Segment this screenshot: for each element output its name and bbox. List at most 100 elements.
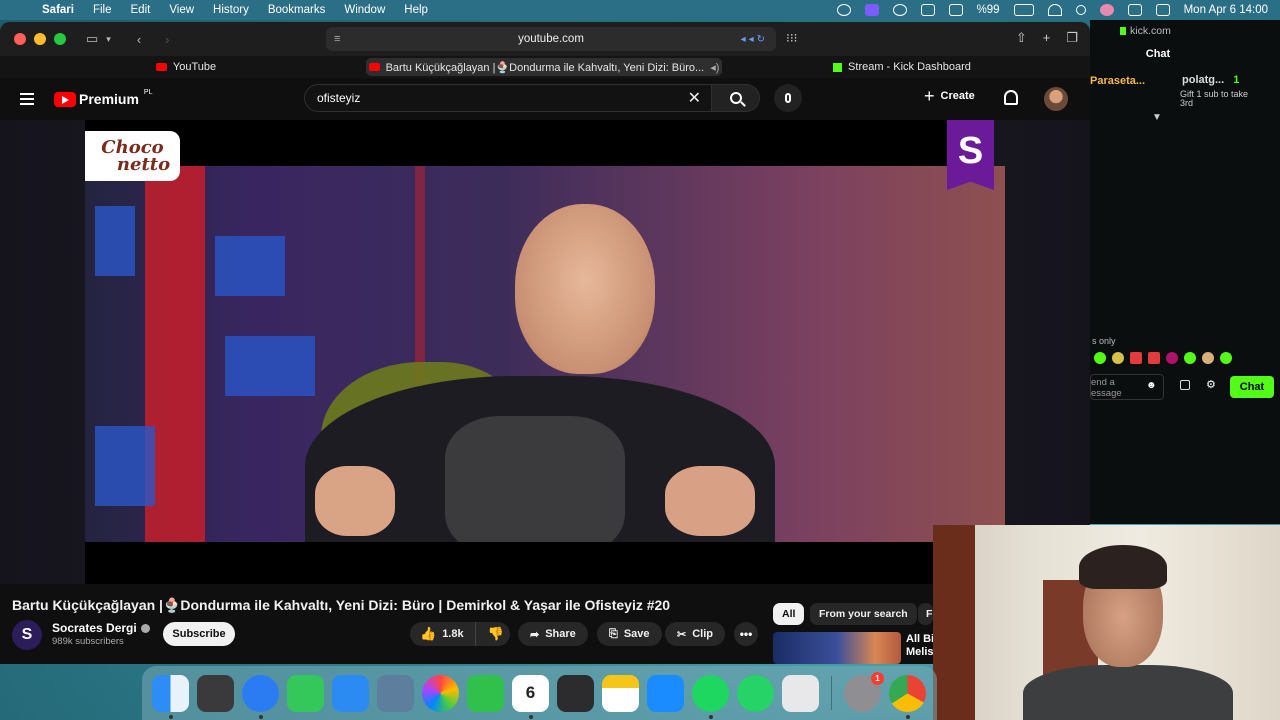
menu-file[interactable]: File xyxy=(93,4,112,16)
calendar-icon[interactable]: 6 xyxy=(512,674,549,719)
wifi-icon[interactable] xyxy=(1047,4,1062,16)
create-button[interactable]: + Create xyxy=(924,87,975,105)
sponsor-logo-line2: netto xyxy=(116,154,171,175)
emote-icon[interactable] xyxy=(1220,352,1232,364)
menu-app-name[interactable]: Safari xyxy=(42,4,74,16)
speaker-icon[interactable]: ◂) xyxy=(710,61,719,74)
whatsapp-icon[interactable] xyxy=(737,674,774,712)
finder-icon[interactable] xyxy=(152,674,189,719)
notes-icon[interactable] xyxy=(602,674,639,712)
menu-window[interactable]: Window xyxy=(344,4,385,16)
search-icon[interactable] xyxy=(1075,5,1086,15)
chip-all[interactable]: All xyxy=(773,603,805,625)
emote-icon[interactable] xyxy=(1130,352,1142,364)
tab-kick[interactable]: Stream - Kick Dashboard xyxy=(722,58,1082,76)
screen-record-icon[interactable] xyxy=(864,4,879,16)
back-button[interactable]: ‹ xyxy=(137,32,141,47)
save-button[interactable]: ⎘ Save xyxy=(597,622,662,646)
search-button[interactable] xyxy=(712,84,760,112)
chat-message-user[interactable]: polatg... 1 xyxy=(1182,74,1239,86)
channel-watermark[interactable]: S xyxy=(947,120,994,190)
account-avatar[interactable] xyxy=(1044,87,1068,111)
emote-icon[interactable] xyxy=(1184,352,1196,364)
like-button[interactable]: 👍 1.8k xyxy=(410,622,476,646)
menu-help[interactable]: Help xyxy=(404,4,428,16)
control-center-icon[interactable] xyxy=(1127,4,1142,16)
sidebar-icon[interactable]: ▭ xyxy=(86,31,98,47)
chip-next[interactable]: F xyxy=(918,603,933,625)
subscribe-button[interactable]: Subscribe xyxy=(163,622,235,646)
more-actions-button[interactable]: ••• xyxy=(734,622,758,646)
preview-icon[interactable] xyxy=(377,674,414,712)
recommended-video-thumbnail[interactable] xyxy=(773,632,901,664)
chevron-down-icon[interactable]: ▾ xyxy=(106,34,111,45)
notifications-bell-icon[interactable] xyxy=(1004,90,1018,105)
chat-message-user[interactable]: Paraseta... xyxy=(1090,75,1145,87)
emote-icon[interactable] xyxy=(1112,352,1124,364)
new-tab-icon[interactable]: + xyxy=(1043,30,1051,46)
share-icon[interactable]: ⇧ xyxy=(1016,30,1027,46)
gear-icon[interactable]: ⚙ xyxy=(1206,378,1216,391)
chat-arrow-icon[interactable]: ▼ xyxy=(1152,112,1162,123)
tabs-icon[interactable]: ❐ xyxy=(1066,30,1078,46)
chat-send-button[interactable]: Chat xyxy=(1230,376,1274,398)
video-letterbox-bottom xyxy=(85,542,933,584)
emote-icon[interactable] xyxy=(1202,352,1214,364)
emote-icon[interactable] xyxy=(1166,352,1178,364)
video-frame[interactable] xyxy=(85,166,1005,542)
emote-icon[interactable] xyxy=(1094,352,1106,364)
menu-edit[interactable]: Edit xyxy=(131,4,151,16)
hamburger-menu-icon[interactable] xyxy=(20,93,34,105)
status-icon-1[interactable] xyxy=(836,4,851,16)
dislike-button[interactable]: 👎 xyxy=(482,626,510,642)
facetime-icon[interactable] xyxy=(467,674,504,712)
status-icon-3[interactable] xyxy=(948,4,963,16)
clip-button[interactable]: ✂ Clip xyxy=(665,622,725,646)
status-icon-2[interactable] xyxy=(920,4,935,16)
launchpad-icon[interactable] xyxy=(197,674,234,712)
chrome-icon[interactable] xyxy=(889,674,926,719)
app-store-icon[interactable] xyxy=(647,674,684,712)
tab-youtube[interactable]: YouTube xyxy=(6,58,366,76)
search-input[interactable]: ofisteyiz ✕ xyxy=(304,84,712,112)
user-icon[interactable] xyxy=(1099,4,1114,16)
tab-video[interactable]: Bartu Küçükçağlayan |🍨Dondurma ile Kahva… xyxy=(366,58,722,76)
menu-extra-icon[interactable] xyxy=(1155,4,1170,16)
voice-search-button[interactable] xyxy=(774,84,802,112)
play-icon[interactable] xyxy=(892,4,907,16)
book-shape xyxy=(95,426,155,506)
menu-clock[interactable]: Mon Apr 6 14:00 xyxy=(1184,4,1268,16)
youtube-premium-logo[interactable]: Premium PL xyxy=(54,89,152,107)
files-icon[interactable] xyxy=(782,674,819,712)
reco-title-line2: Melis xyxy=(906,646,934,658)
minimize-window-button[interactable] xyxy=(34,33,46,45)
tab-overview-icon[interactable]: ⁝⁝⁝ xyxy=(786,31,797,45)
emote-icon[interactable] xyxy=(1148,352,1160,364)
emoji-icon[interactable]: ☻ xyxy=(1146,380,1157,391)
spotify-icon[interactable] xyxy=(692,674,729,719)
share-button[interactable]: ➦ Share xyxy=(518,622,588,646)
chat-username: polatg... xyxy=(1182,74,1225,86)
page-menu-icon[interactable]: ≡ xyxy=(334,33,340,45)
messages-icon[interactable] xyxy=(287,674,324,712)
mail-icon[interactable] xyxy=(332,674,369,712)
battery-icon[interactable] xyxy=(1013,4,1034,16)
store-icon[interactable] xyxy=(1180,380,1190,390)
address-bar-actions[interactable]: ◂◂↻ xyxy=(741,34,768,45)
menu-bookmarks[interactable]: Bookmarks xyxy=(268,4,326,16)
safari-icon[interactable] xyxy=(242,674,279,719)
recommended-video-title[interactable]: All Bi Melis xyxy=(906,633,936,659)
address-bar[interactable]: ≡ youtube.com ◂◂↻ xyxy=(326,27,776,51)
photos-icon[interactable] xyxy=(422,674,459,712)
system-settings-icon[interactable]: 1 xyxy=(844,671,884,712)
zoom-window-button[interactable] xyxy=(54,33,66,45)
chip-from-your-search[interactable]: From your search xyxy=(810,603,917,625)
reminders-icon[interactable] xyxy=(557,674,594,712)
channel-avatar[interactable]: S xyxy=(12,620,42,650)
forward-button[interactable]: › xyxy=(165,32,169,47)
channel-name[interactable]: Socrates Dergi xyxy=(52,621,150,635)
menu-history[interactable]: History xyxy=(213,4,249,16)
menu-view[interactable]: View xyxy=(169,4,194,16)
clear-search-icon[interactable]: ✕ xyxy=(688,88,701,108)
close-window-button[interactable] xyxy=(14,33,26,45)
